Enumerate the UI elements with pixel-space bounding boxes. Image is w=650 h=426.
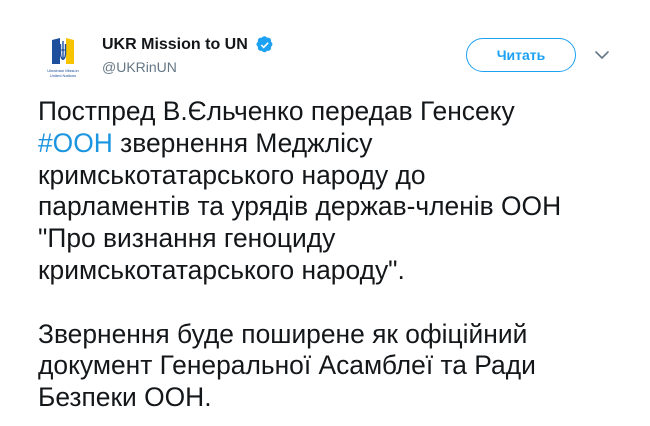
verified-badge-icon [256, 36, 274, 54]
tweet-line: Безпеки ООН. [38, 382, 212, 413]
tweet-line: кримськотатарського народу до [38, 159, 426, 190]
tweet-text: Постпред В.Єльченко передав Генсеку #ООН… [38, 96, 638, 414]
tweet-line: Постпред В.Єльченко передав Генсеку [38, 96, 515, 126]
chevron-down-icon[interactable] [591, 44, 613, 66]
tweet-line: кримськотатарського народу". [38, 254, 405, 285]
avatar-caption-line2: United Nations [49, 73, 77, 78]
tweet-line: Звернення буде поширене як офіційний [38, 318, 528, 349]
tweet-line: #ООН звернення Меджлісу [38, 128, 638, 160]
follow-button[interactable]: Читать [466, 38, 576, 72]
account-names: UKR Mission to UN @UKRinUN [102, 34, 274, 77]
tweet-line: документ Генеральної Асамблеї та Ради [38, 350, 536, 381]
tweet-line: парламентів та урядів держав-членів ООН [38, 191, 562, 222]
tweet-line: "Про визнання геноциду [38, 223, 336, 254]
avatar[interactable]: Ukrainian Mission United Nations [38, 32, 88, 82]
tweet-header: Ukrainian Mission United Nations UKR Mis… [38, 26, 650, 82]
account-handle[interactable]: @UKRinUN [102, 57, 274, 77]
tweet-line-rest: звернення Меджлісу [112, 127, 373, 158]
tweet-card: Ukrainian Mission United Nations UKR Mis… [0, 0, 650, 426]
hashtag-link[interactable]: #ООН [38, 128, 113, 158]
display-name[interactable]: UKR Mission to UN [102, 34, 248, 56]
